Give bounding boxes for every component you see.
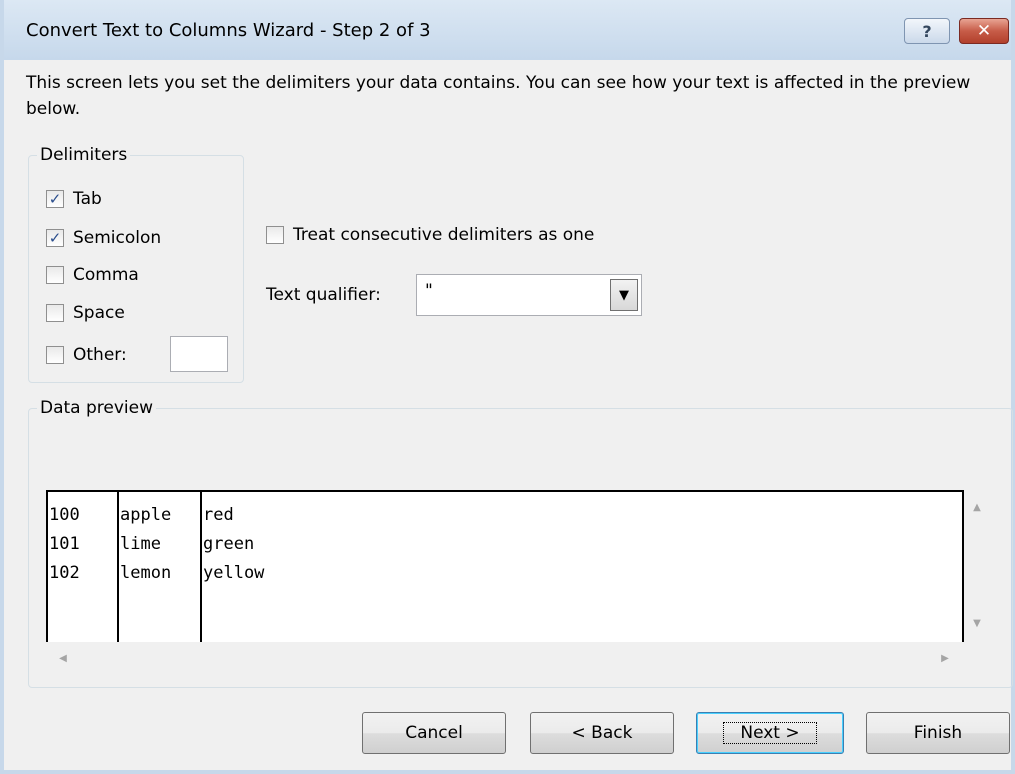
- preview-cell: 102: [49, 563, 80, 583]
- scroll-down-icon[interactable]: ▼: [966, 618, 988, 629]
- scroll-left-icon[interactable]: ◀: [52, 653, 74, 664]
- next-button-label: Next >: [723, 722, 817, 744]
- preview-cell: green: [203, 534, 255, 554]
- help-button[interactable]: ?: [904, 18, 950, 44]
- cancel-button[interactable]: Cancel: [362, 712, 506, 754]
- preview-cell: 100: [49, 505, 80, 525]
- finish-button-label: Finish: [913, 723, 963, 743]
- semicolon-checkbox-row[interactable]: ✓ Semicolon: [46, 225, 161, 251]
- horizontal-scrollbar[interactable]: ◀ ▶: [46, 647, 964, 671]
- other-label: Other:: [73, 345, 127, 365]
- dropdown-arrow-icon[interactable]: ▼: [610, 279, 638, 311]
- close-icon: ✕: [976, 21, 992, 41]
- preview-column[interactable]: apple lime lemon: [119, 492, 202, 642]
- other-checkbox-row[interactable]: Other:: [46, 342, 127, 368]
- finish-button[interactable]: Finish: [866, 712, 1010, 754]
- treat-consecutive-checkbox[interactable]: [266, 226, 284, 244]
- tab-checkbox[interactable]: ✓: [46, 190, 64, 208]
- cancel-button-label: Cancel: [405, 723, 463, 743]
- semicolon-label: Semicolon: [73, 228, 162, 248]
- wizard-dialog: Convert Text to Columns Wizard - Step 2 …: [0, 0, 1015, 774]
- preview-cell: lemon: [120, 563, 172, 583]
- other-checkbox[interactable]: [46, 346, 64, 364]
- comma-checkbox[interactable]: [46, 266, 64, 284]
- preview-column[interactable]: red green yellow: [202, 492, 962, 642]
- space-label: Space: [73, 303, 125, 323]
- space-checkbox[interactable]: [46, 304, 64, 322]
- delimiters-legend: Delimiters: [40, 145, 128, 165]
- scroll-right-icon[interactable]: ▶: [934, 653, 956, 664]
- comma-checkbox-row[interactable]: Comma: [46, 262, 139, 288]
- back-button[interactable]: < Back: [530, 712, 674, 754]
- close-button[interactable]: ✕: [959, 18, 1009, 44]
- instructions-text: This screen lets you set the delimiters …: [26, 73, 971, 119]
- vertical-scrollbar[interactable]: ▲ ▼: [966, 490, 988, 642]
- text-qualifier-value: ": [425, 281, 433, 301]
- tab-checkbox-row[interactable]: ✓ Tab: [46, 186, 102, 212]
- treat-consecutive-label: Treat consecutive delimiters as one: [293, 225, 595, 245]
- preview-cell: red: [203, 505, 234, 525]
- treat-consecutive-row[interactable]: Treat consecutive delimiters as one: [266, 222, 594, 248]
- back-button-label: < Back: [571, 723, 633, 743]
- space-checkbox-row[interactable]: Space: [46, 300, 125, 326]
- comma-label: Comma: [73, 265, 139, 285]
- scroll-up-icon[interactable]: ▲: [966, 502, 988, 513]
- preview-cell: lime: [120, 534, 161, 554]
- other-delimiter-input[interactable]: [170, 336, 228, 372]
- title-bar: Convert Text to Columns Wizard - Step 2 …: [4, 0, 1011, 60]
- window-title: Convert Text to Columns Wizard - Step 2 …: [26, 20, 431, 41]
- preview-cell: 101: [49, 534, 80, 554]
- data-preview-legend: Data preview: [40, 398, 154, 418]
- data-preview-grid[interactable]: 100 101 102 apple lime lemon red green y…: [46, 490, 964, 642]
- preview-cell: yellow: [203, 563, 265, 583]
- semicolon-checkbox[interactable]: ✓: [46, 229, 64, 247]
- text-qualifier-select[interactable]: " ▼: [416, 274, 642, 316]
- preview-column[interactable]: 100 101 102: [48, 492, 119, 642]
- text-qualifier-label: Text qualifier:: [266, 285, 381, 305]
- help-icon: ?: [922, 21, 932, 41]
- next-button[interactable]: Next >: [696, 712, 844, 754]
- preview-cell: apple: [120, 505, 172, 525]
- tab-label: Tab: [73, 189, 102, 209]
